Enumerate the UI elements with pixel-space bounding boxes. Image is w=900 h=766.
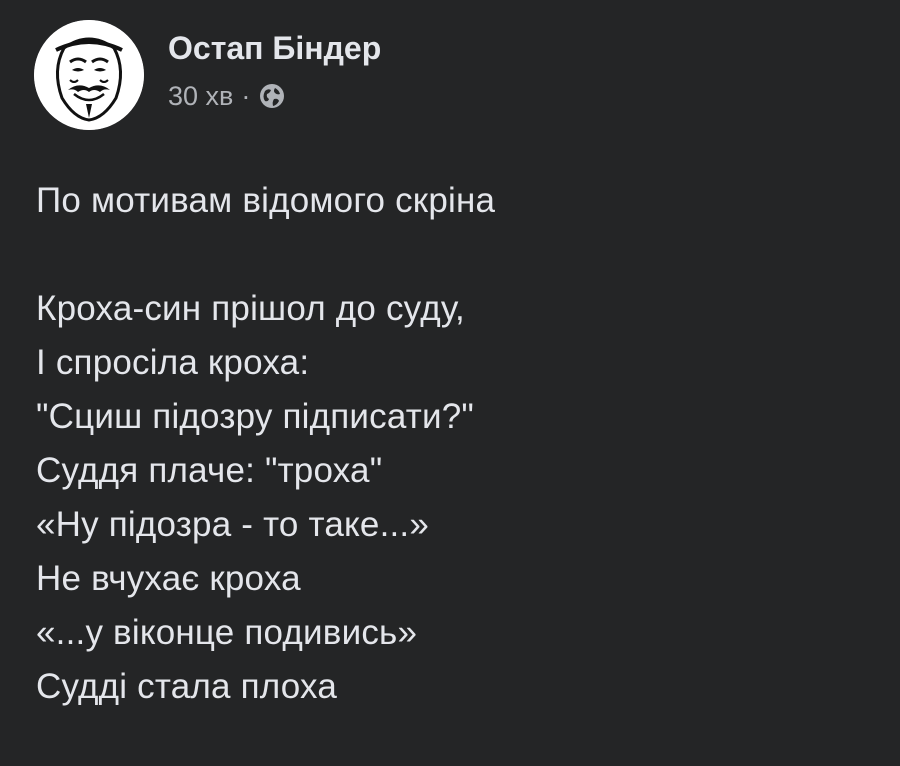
poem-line: Не вчухає кроха <box>36 559 301 598</box>
poem-line: «...у віконце подивись» <box>36 613 418 652</box>
post-body: По мотивам відомого скріна Кроха-син прі… <box>36 174 880 714</box>
poem-line: "Сциш підозру підписати?" <box>36 397 474 436</box>
globe-icon <box>258 82 286 110</box>
post-meta: Остап Біндер 30 хв · <box>168 20 381 112</box>
poem-line: І спросіла кроха: <box>36 343 310 382</box>
author-avatar[interactable] <box>34 20 144 130</box>
post-header: Остап Біндер 30 хв · <box>34 20 381 130</box>
poem-line: Судді стала плоха <box>36 667 337 706</box>
facebook-post: Остап Біндер 30 хв · По мотивам відомого… <box>0 0 900 766</box>
poem-line: Суддя плаче: "троха" <box>36 451 383 490</box>
separator-dot: · <box>241 81 251 111</box>
post-timestamp[interactable]: 30 хв <box>168 80 233 112</box>
poem-line: «Ну підозра - то таке...» <box>36 505 430 544</box>
author-name[interactable]: Остап Біндер <box>168 28 381 68</box>
post-subline: 30 хв · <box>168 80 381 112</box>
poem-line: Кроха-син прішол до суду, <box>36 289 465 328</box>
guy-fawkes-mask-icon <box>34 20 144 130</box>
post-intro: По мотивам відомого скріна <box>36 181 496 220</box>
